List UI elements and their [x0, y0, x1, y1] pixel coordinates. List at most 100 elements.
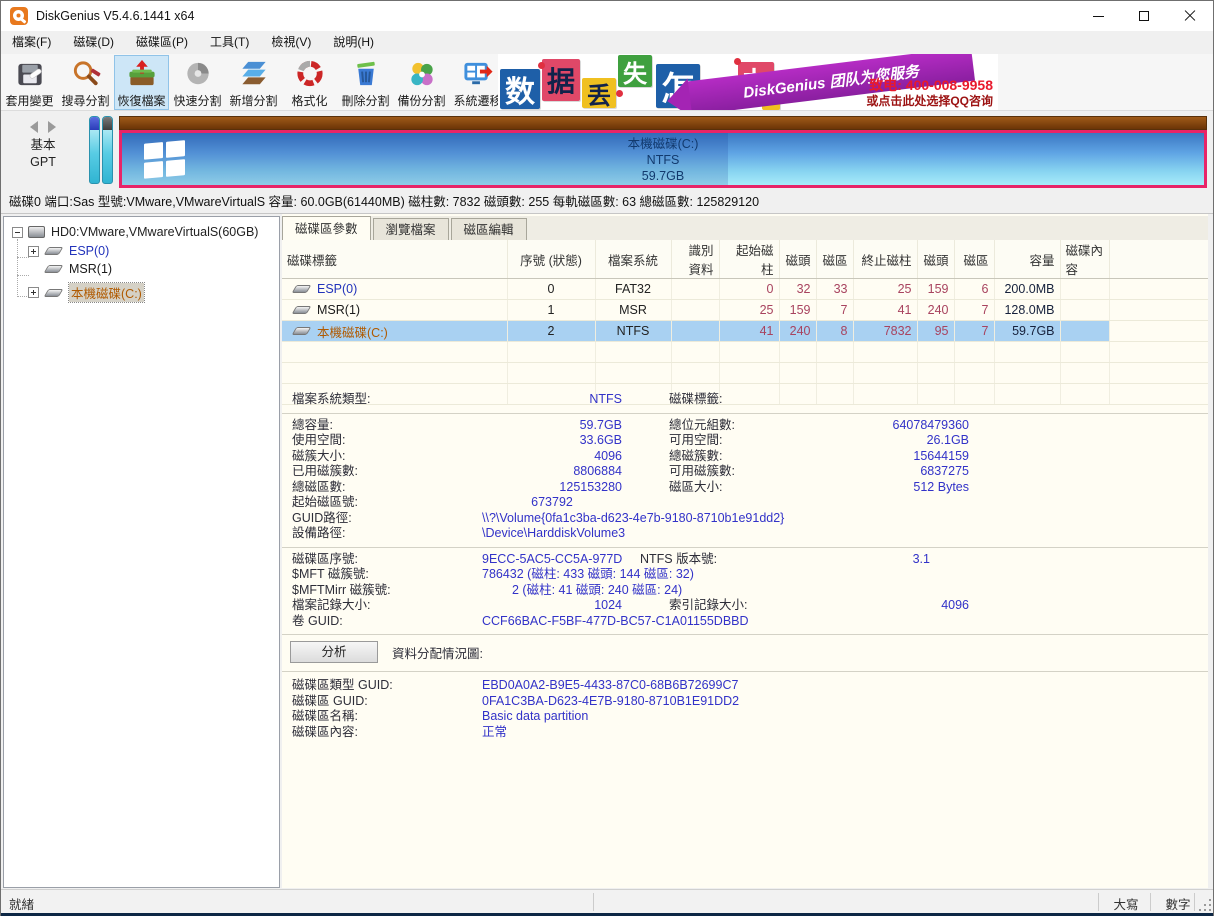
menu-help[interactable]: 說明(H)	[322, 31, 385, 54]
disk-label-label: 磁碟標籤:	[669, 392, 829, 408]
format-button[interactable]: 格式化	[282, 55, 337, 110]
col-header[interactable]: 磁頭	[917, 240, 954, 279]
col-header[interactable]: 終止磁柱	[853, 240, 917, 279]
esp-partition-bar[interactable]	[89, 116, 100, 184]
detail-value: 4096	[482, 449, 622, 465]
toolbar-label: 新增分割	[229, 92, 277, 109]
resize-grip[interactable]	[1198, 898, 1211, 911]
tab-sector-edit[interactable]: 磁區編輯	[451, 218, 527, 240]
col-header[interactable]: 磁碟標籤	[282, 240, 507, 279]
detail-label: 磁碟區序號:	[292, 552, 482, 568]
tree-node-hd0[interactable]: HD0:VMware,VMwareVirtualS(60GB)	[12, 225, 258, 239]
detail-label: 總位元組數:	[669, 418, 829, 434]
tab-browse-files[interactable]: 瀏覽檔案	[373, 218, 449, 240]
detail-value: 9ECC-5AC5-CC5A-977D	[482, 552, 632, 568]
detail-label: 磁區大小:	[669, 480, 829, 496]
backup-partition-button[interactable]: 備份分割	[394, 55, 449, 110]
menu-file[interactable]: 檔案(F)	[1, 31, 62, 54]
system-migration-monitor-icon	[462, 59, 494, 90]
detail-label: 磁碟區類型 GUID:	[292, 678, 482, 694]
close-icon	[1184, 10, 1196, 22]
apply-changes-button[interactable]: 套用變更	[2, 55, 57, 110]
tree-node-msr[interactable]: MSR(1)	[28, 262, 112, 276]
menu-partition[interactable]: 磁碟區(P)	[125, 31, 199, 54]
detail-panel: 磁碟區參數 瀏覽檔案 磁區編輯 磁碟標籤 序號 (狀態) 檔案系統 識別資料 起…	[282, 214, 1208, 888]
delete-partition-button[interactable]: 刪除分割	[338, 55, 393, 110]
col-header[interactable]: 檔案系統	[595, 240, 671, 279]
col-header[interactable]: 磁碟內容	[1060, 240, 1109, 279]
partition-fs: NTFS	[122, 152, 1204, 168]
toolbar-label: 快速分割	[173, 92, 221, 109]
disk-band	[119, 116, 1207, 130]
analyze-button[interactable]: 分析	[290, 641, 378, 663]
c-partition-bar[interactable]: 本機磁碟(C:) NTFS 59.7GB	[119, 130, 1207, 188]
tab-partition-params[interactable]: 磁碟區參數	[282, 216, 371, 240]
search-partition-magnifier-icon	[70, 59, 102, 90]
menu-view[interactable]: 檢視(V)	[260, 31, 322, 54]
detail-label: 索引記錄大小:	[669, 598, 829, 614]
detail-label: 磁碟區 GUID:	[292, 694, 482, 710]
detail-label: 總磁簇數:	[669, 449, 829, 465]
recover-files-button[interactable]: 恢復檔案	[114, 55, 169, 110]
detail-label: 磁碟區內容:	[292, 725, 482, 741]
cell-label: MSR(1)	[317, 303, 360, 317]
allocation-map-label: 資料分配情況圖:	[392, 643, 483, 662]
menu-tools[interactable]: 工具(T)	[199, 31, 260, 54]
col-header[interactable]: 容量	[994, 240, 1060, 279]
detail-value: \Device\HarddiskVolume3	[482, 526, 625, 542]
close-button[interactable]	[1167, 1, 1213, 31]
detail-value: 512 Bytes	[829, 480, 969, 496]
msr-partition-bar[interactable]	[102, 116, 113, 184]
col-header[interactable]: 磁區	[954, 240, 994, 279]
quick-partition-button[interactable]: 快速分割	[170, 55, 225, 110]
detail-value: 8806884	[482, 464, 622, 480]
system-migration-button[interactable]: 系統遷移	[450, 55, 505, 110]
tree-node-label: 本機磁碟(C:)	[69, 283, 144, 302]
col-header[interactable]: 磁區	[816, 240, 853, 279]
next-disk-arrow-icon[interactable]	[48, 121, 56, 133]
col-header[interactable]: 識別資料	[671, 240, 719, 279]
detail-value: 673792	[482, 495, 622, 511]
detail-value: 2 (磁柱: 41 磁頭: 240 磁區: 24)	[482, 583, 682, 599]
partition-icon	[44, 247, 64, 255]
col-header[interactable]: 序號 (狀態)	[507, 240, 595, 279]
menu-disk[interactable]: 磁碟(D)	[62, 31, 125, 54]
col-header[interactable]: 起始磁柱	[719, 240, 779, 279]
detail-value: 3.1	[790, 552, 930, 568]
tree-node-esp[interactable]: ESP(0)	[28, 244, 109, 258]
minimize-button[interactable]	[1075, 1, 1121, 31]
expand-icon[interactable]	[28, 246, 39, 257]
fs-type-label: 檔案系統類型:	[292, 392, 482, 408]
collapse-icon[interactable]	[12, 227, 23, 238]
maximize-button[interactable]	[1121, 1, 1167, 31]
detail-label: 磁碟區名稱:	[292, 709, 482, 725]
table-row-msr[interactable]: MSR(1) 1 MSR 25 159 7 41 240 7 128.0MB	[282, 300, 1208, 321]
detail-value: 4096	[829, 598, 969, 614]
tree-node-c-drive[interactable]: 本機磁碟(C:)	[28, 283, 144, 302]
prev-disk-arrow-icon[interactable]	[30, 121, 38, 133]
toolbar-label: 套用變更	[5, 92, 53, 109]
ad-qq-link[interactable]: 或点击此处选择QQ咨询	[866, 92, 993, 109]
table-row-esp[interactable]: ESP(0) 0 FAT32 0 32 33 25 159 6 200.0MB	[282, 279, 1208, 300]
partition-icon	[44, 265, 64, 273]
table-row-c-drive-selected[interactable]: 本機磁碟(C:) 2 NTFS 41 240 8 7832 95 7 59.7G…	[282, 321, 1208, 342]
new-partition-button[interactable]: 新增分割	[226, 55, 281, 110]
apply-changes-disk-icon	[14, 59, 46, 90]
col-header[interactable]: 磁頭	[779, 240, 816, 279]
table-empty-row	[282, 363, 1208, 384]
detail-value: 33.6GB	[482, 433, 622, 449]
detail-label: 卷 GUID:	[292, 614, 482, 630]
status-ready: 就緒	[9, 894, 34, 913]
detail-value: 125153280	[482, 480, 622, 496]
disk-type-basic: 基本	[1, 137, 85, 154]
detail-value: EBD0A0A2-B9E5-4433-87C0-68B6B72699C7	[482, 678, 738, 694]
tab-strip: 磁碟區參數 瀏覽檔案 磁區編輯	[282, 216, 1208, 240]
detail-value: 正常	[482, 725, 507, 741]
detail-label: $MFT 磁簇號:	[292, 567, 482, 583]
ad-banner[interactable]: 数 据 丢 失 怎 么 办 ! DiskGenius 团队为您服务 致电: 40…	[498, 54, 998, 110]
window-title: DiskGenius V5.4.6.1441 x64	[36, 9, 194, 23]
expand-icon[interactable]	[28, 287, 39, 298]
status-caps-lock: 大寫	[1100, 894, 1152, 913]
tree-node-label: MSR(1)	[69, 262, 112, 276]
search-partition-button[interactable]: 搜尋分割	[58, 55, 113, 110]
